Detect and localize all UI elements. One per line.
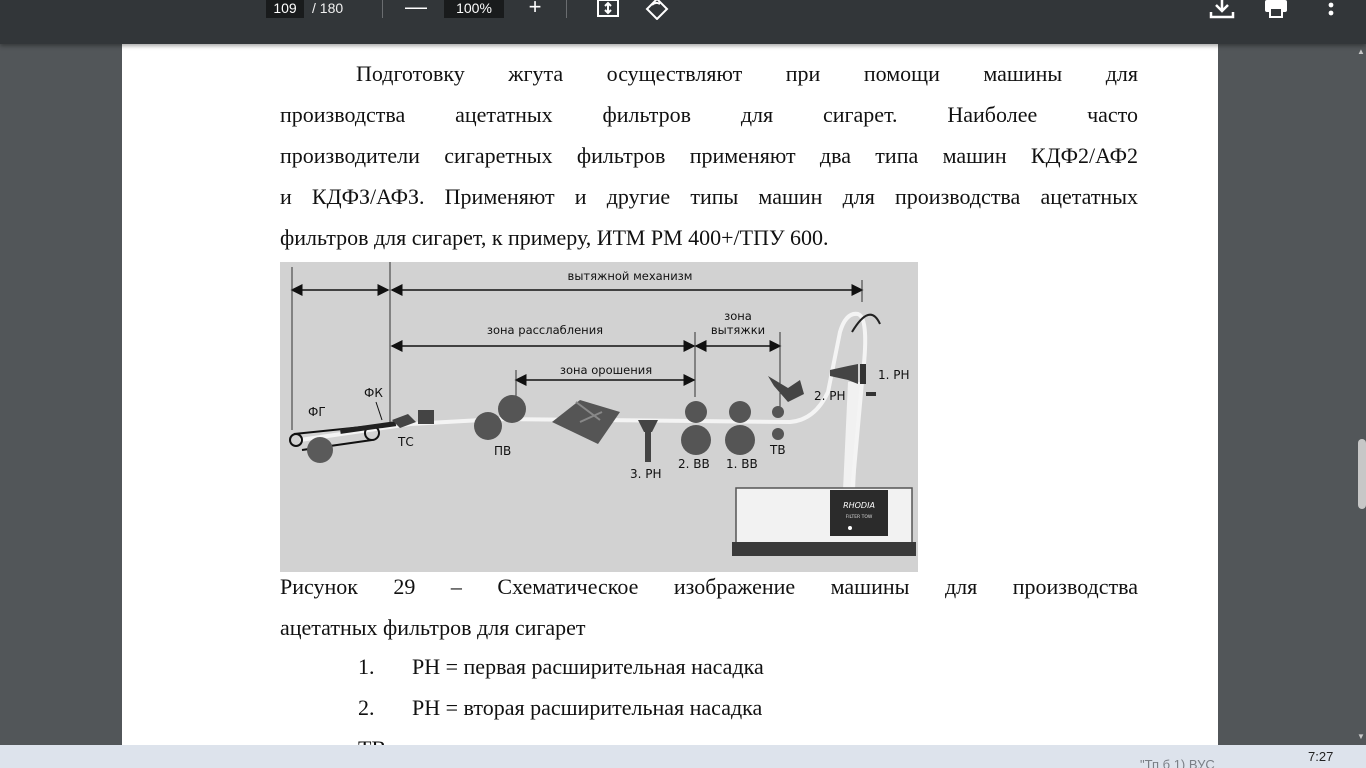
label-stretch-zone-1: зона (724, 309, 752, 323)
zoom-input[interactable]: 100% (444, 0, 504, 18)
machine-schematic-figure: вытяжной механизм зона расслабления зона… (280, 262, 918, 572)
list-number: 1. (358, 654, 375, 679)
toolbar-divider (382, 0, 383, 18)
list-text: РН = вторая расширительная насадка (412, 695, 763, 720)
pdf-toolbar: 109 / 180 — 100% + (0, 0, 1366, 44)
zoom-out-button[interactable]: — (404, 0, 428, 20)
list-item: 2. РН = вторая расширительная насадка (358, 693, 762, 723)
scroll-up-icon[interactable]: ▲ (1357, 48, 1365, 56)
label-fg: ФГ (308, 405, 326, 419)
page-total: / 180 (312, 0, 344, 16)
page-number-input[interactable]: 109 (266, 0, 304, 18)
paragraph-line: производства ацетатных фильтров для сига… (280, 102, 1138, 127)
zoom-in-button[interactable]: + (522, 0, 548, 20)
paragraph-line: и КДФЗ/АФЗ. Применяют и другие типы маши… (280, 184, 1138, 209)
label-spray-zone: зона орошения (560, 363, 652, 377)
figure-caption: Рисунок 29 – Схематическое изображение м… (280, 566, 1138, 648)
pdf-page: Подготовку жгута осуществляют при помощи… (122, 44, 1218, 745)
scroll-down-icon[interactable]: ▼ (1357, 733, 1365, 741)
label-brand: RHODIA (843, 501, 875, 510)
label-rh3: 3. РН (630, 467, 662, 481)
label-stretch-zone-2: вытяжки (711, 323, 765, 337)
taskbar: "Тп б 1) ВУС 7:27 (0, 745, 1366, 768)
paragraph-line: Подготовку жгута осуществляют при помощи… (356, 61, 1138, 86)
list-item: 1. РН = первая расширительная насадка (358, 652, 764, 682)
scroll-thumb[interactable] (1358, 439, 1366, 509)
paragraph-line: производители сигаретных фильтров примен… (280, 143, 1138, 168)
label-rh1: 1. РН (878, 368, 910, 382)
label-pv: ПВ (494, 444, 511, 458)
download-icon[interactable] (1208, 0, 1236, 19)
list-item-partial: ТВ = пара тормозных валиков (358, 734, 639, 745)
paragraph: Подготовку жгута осуществляют при помощи… (280, 53, 1138, 258)
label-rh2: 2. РН (814, 389, 846, 403)
toolbar-divider (566, 0, 567, 18)
print-icon[interactable] (1262, 0, 1290, 18)
fit-page-icon[interactable] (596, 0, 620, 20)
cut-off-line: ТВ = пара тормозных валиков (358, 736, 639, 745)
caption-line: Рисунок 29 – Схематическое изображение м… (280, 574, 1138, 599)
label-fk: ФК (364, 386, 383, 400)
list-text: РН = первая расширительная насадка (412, 654, 764, 679)
clock[interactable]: 7:27 (1308, 749, 1333, 764)
label-tc: ТС (397, 435, 414, 449)
more-options-icon[interactable] (1324, 0, 1338, 18)
label-tv: ТВ (769, 443, 786, 457)
rotate-icon[interactable] (644, 0, 670, 20)
label-brand-sub: FILTER TOW (846, 514, 873, 520)
tray-status: "Тп б 1) ВУС (1140, 757, 1215, 768)
vertical-scrollbar[interactable]: ▲ ▼ (1356, 44, 1366, 745)
label-vv2: 2. ВВ (678, 457, 710, 471)
label-relax-zone: зона расслабления (487, 323, 603, 337)
label-stretch-mechanism: вытяжной механизм (568, 269, 693, 283)
list-number: 2. (358, 695, 375, 720)
label-vv1: 1. ВВ (726, 457, 758, 471)
paragraph-line: фильтров для сигарет, к примеру, ИТМ РМ … (280, 225, 829, 250)
caption-line: ацетатных фильтров для сигарет (280, 615, 586, 640)
